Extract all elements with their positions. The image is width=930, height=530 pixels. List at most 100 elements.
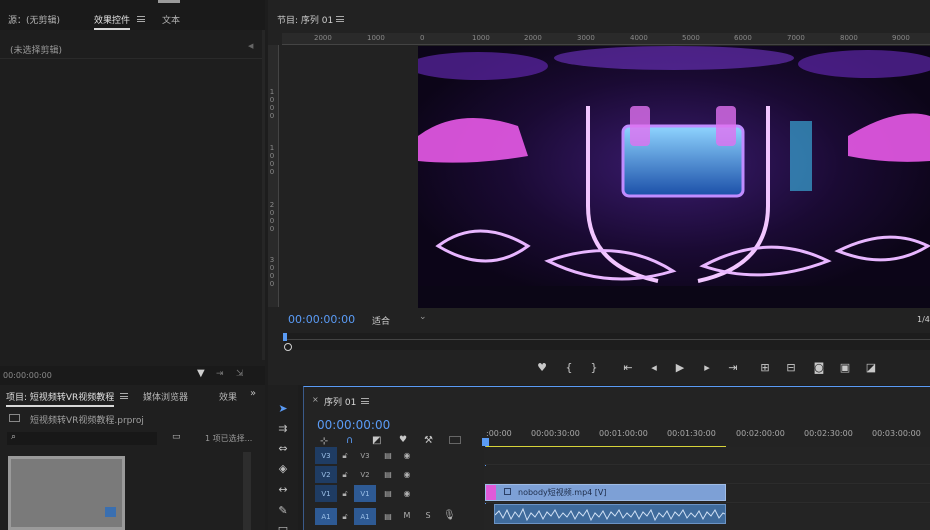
track-v3[interactable]: V3 [354,447,376,464]
tab-effects[interactable]: 效果 [219,390,237,403]
captions-icon[interactable] [449,436,461,444]
marker-icon[interactable]: ♥ [399,435,407,445]
program-timecode[interactable]: 00:00:00:00 [288,313,355,326]
lift-icon[interactable]: ⊞ [758,361,772,374]
menu-icon[interactable] [336,14,344,24]
step-back-icon[interactable]: ◂ [647,361,661,374]
vruler-digit: 0 [269,209,275,217]
time-label: 00:01:30:00 [667,429,716,438]
track-source-v3[interactable]: V3 [315,447,337,464]
video-clip[interactable]: nobody短视频.mp4 [V] [485,484,726,501]
vruler-digit: 0 [269,104,275,112]
audio-clip[interactable] [494,504,726,524]
export-icon[interactable]: ⇥ [216,369,224,379]
playhead-icon[interactable] [283,333,287,341]
fit-dropdown[interactable]: 适合 [372,314,390,327]
razor-icon[interactable]: ◈ [275,460,291,476]
compare-view-icon[interactable]: ▣ [838,361,852,374]
track-a1[interactable]: A1 [354,508,376,525]
menu-icon[interactable] [361,396,369,406]
vr-toggle-icon[interactable]: ◪ [864,361,878,374]
sync-lock-icon[interactable]: ▤ [383,489,393,498]
new-bin-icon[interactable]: ▭ [172,432,181,442]
extract-icon[interactable]: ⊟ [784,361,798,374]
resolution-dropdown[interactable]: 1/4 [917,315,930,324]
menu-icon[interactable] [137,14,145,24]
time-label: :00:00 [486,429,512,438]
tab-project[interactable]: 项目: 短视频转VR视频教程 [6,390,115,407]
tab-media-browser[interactable]: 媒体浏览器 [143,390,188,403]
step-forward-icon[interactable]: ▸ [700,361,714,374]
lock-icon[interactable]: 🔓︎ [340,512,350,522]
track-source-a1[interactable]: A1 [315,508,337,525]
eye-icon[interactable]: ◉ [402,451,412,460]
time-label: 00:02:30:00 [804,429,853,438]
microphone-icon[interactable]: 🎙︎ [443,510,456,521]
mark-in-icon[interactable]: { [562,361,576,374]
top-highlight-bar [158,0,180,3]
linked-selection-icon[interactable]: ◩ [372,435,381,446]
nest-icon[interactable]: ⊹ [320,436,328,447]
ruler-label: 4000 [630,34,648,42]
ruler-label: 7000 [787,34,805,42]
vruler-digit: 2 [269,201,275,209]
ruler-label: 9000 [892,34,910,42]
track-v1[interactable]: V1 [354,485,376,502]
slip-tool-icon[interactable]: ↔ [275,481,291,497]
vruler-digit: 0 [269,264,275,272]
ruler-label: 2000 [314,34,332,42]
tab-text[interactable]: 文本 [162,13,180,26]
camera-icon[interactable]: ◙ [812,361,826,374]
ripple-edit-tool-icon[interactable]: ⇔ [275,440,291,456]
time-label: 00:00:30:00 [531,429,580,438]
filter-icon[interactable]: ▼ [197,368,205,379]
wrench-icon[interactable]: ⚒ [424,435,433,446]
lock-icon[interactable]: 🔓︎ [340,470,350,480]
track-source-v1[interactable]: V1 [315,485,337,502]
mark-out-icon[interactable]: } [587,361,601,374]
eye-icon[interactable]: ◉ [402,470,412,479]
track-v2[interactable]: V2 [354,466,376,483]
lock-icon[interactable]: 🔓︎ [340,451,350,461]
track-source-v2[interactable]: V2 [315,466,337,483]
hand-tool-icon[interactable]: ▭ [275,520,291,530]
add-marker-icon[interactable]: ♥ [535,361,549,374]
lock-icon[interactable]: 🔓︎ [340,489,350,499]
ruler-label: 2000 [524,34,542,42]
tab-effect-controls[interactable]: 效果控件 [94,13,131,30]
export-frame-icon[interactable]: ⇲ [236,369,244,379]
go-to-in-icon[interactable]: ⇤ [621,361,635,374]
selection-tool-icon[interactable]: ➤ [275,400,291,416]
chevron-down-icon[interactable]: ⌄ [419,312,427,322]
track-select-tool-icon[interactable]: ⇉ [275,420,291,436]
eye-icon[interactable]: ◉ [402,489,412,498]
ruler-label: 6000 [734,34,752,42]
tab-sequence[interactable]: 序列 01 [324,395,356,408]
sync-lock-icon[interactable]: ▤ [383,470,393,479]
sync-lock-icon[interactable]: ▤ [383,451,393,460]
zoom-handle-icon[interactable] [284,343,292,351]
vruler-digit: 0 [269,168,275,176]
close-icon[interactable]: × [312,395,319,404]
scroll-track[interactable] [262,30,265,360]
pen-icon[interactable]: ✎ [275,502,291,518]
video-preview[interactable] [418,46,930,308]
ruler-label: 3000 [577,34,595,42]
mute-button[interactable]: M [402,511,412,520]
collapse-arrow-icon[interactable]: ◀ [248,42,253,50]
timeline-timecode[interactable]: 00:00:00:00 [317,418,390,432]
search-input[interactable] [7,432,157,445]
solo-button[interactable]: S [423,511,433,520]
magnet-icon[interactable]: ∩ [346,435,353,446]
play-icon[interactable]: ▶ [673,361,687,374]
project-scrollbar[interactable] [243,452,251,530]
selection-count: 1 项已选择... [205,434,253,443]
monitor-scrub-bar[interactable] [284,333,930,350]
clip-thumbnail[interactable] [8,456,125,530]
more-tabs-icon[interactable]: » [250,388,256,399]
sync-lock-icon[interactable]: ▤ [383,512,393,521]
menu-icon[interactable] [120,391,128,401]
go-to-out-icon[interactable]: ⇥ [726,361,740,374]
playhead-icon[interactable] [482,438,489,446]
tab-source[interactable]: 源：(无剪辑) [8,13,60,26]
